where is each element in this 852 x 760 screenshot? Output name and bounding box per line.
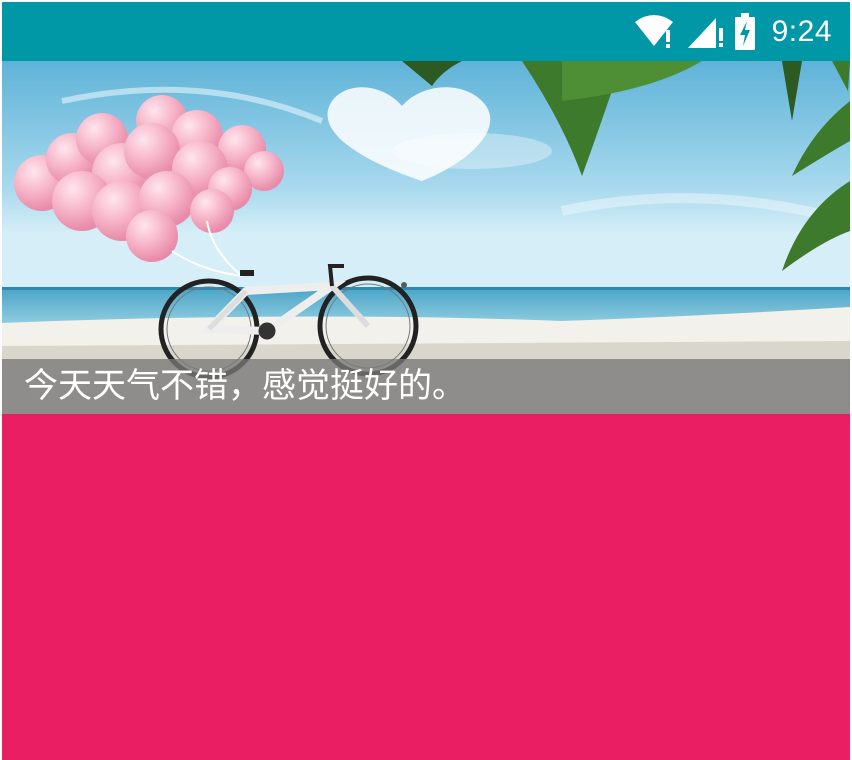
wifi-alert-icon <box>634 14 678 50</box>
status-icons: 9:24 <box>634 12 832 52</box>
banner-image: 今天天气不错，感觉挺好的。 <box>2 61 850 414</box>
content-area <box>2 414 850 760</box>
status-clock: 9:24 <box>771 15 832 48</box>
app-screen: 9:24 今天天气不错，感觉挺好的。 <box>2 2 850 760</box>
signal-alert-icon <box>686 14 726 50</box>
banner-caption: 今天天气不错，感觉挺好的。 <box>24 366 466 406</box>
caption-bar: 今天天气不错，感觉挺好的。 <box>2 359 850 414</box>
status-bar: 9:24 <box>2 2 850 61</box>
battery-charging-icon <box>734 13 756 51</box>
